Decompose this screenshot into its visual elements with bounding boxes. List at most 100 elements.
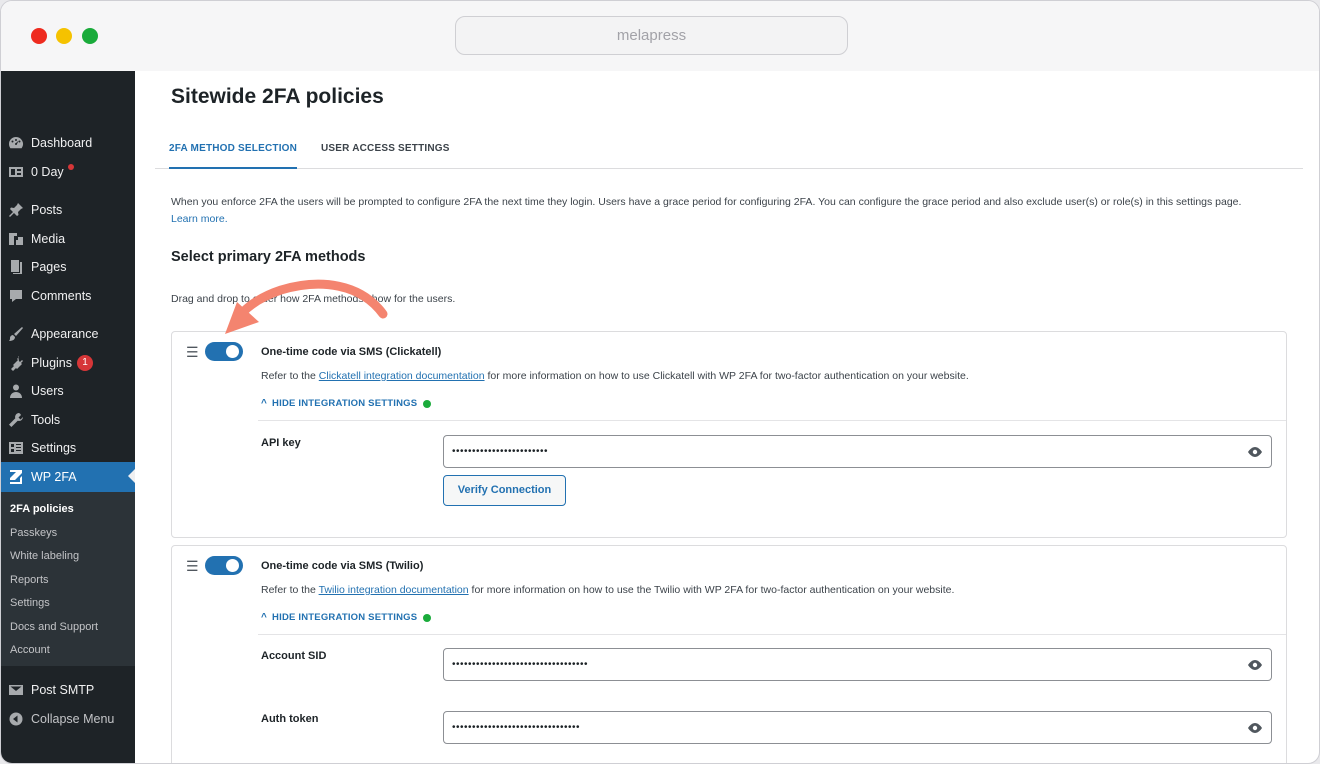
submenu-item-2fa-policies[interactable]: 2FA policies: [10, 503, 74, 515]
sidebar-item-label: Tools: [31, 413, 61, 427]
eye-icon[interactable]: [1247, 658, 1263, 672]
hide-integration-settings-link[interactable]: ^ HIDE INTEGRATION SETTINGS: [261, 398, 432, 409]
page-title: Sitewide 2FA policies: [171, 85, 384, 108]
method-card-twilio: ☰ One-time code via SMS (Twilio) Refer t…: [171, 545, 1287, 763]
dashboard-icon: [1, 135, 31, 151]
address-bar[interactable]: melapress: [455, 16, 848, 55]
sidebar-item-0-day[interactable]: 0 Day: [1, 158, 135, 186]
active-indicator: [128, 469, 135, 483]
sidebar-item-label: Comments: [31, 289, 92, 303]
sidebar-item-label: Settings: [31, 441, 77, 455]
eye-icon[interactable]: [1247, 445, 1263, 459]
settings-icon: [1, 440, 31, 456]
title-bar: melapress: [1, 1, 1319, 71]
sidebar-item-plugins[interactable]: Plugins 1: [1, 349, 135, 377]
submenu-item-passkeys[interactable]: Passkeys: [10, 527, 57, 539]
admin-sidebar: Dashboard 0 Day Posts Media Pages Commen…: [1, 71, 135, 763]
sidebar-item-label: 0 Day: [31, 165, 64, 179]
twilio-toggle[interactable]: [205, 556, 243, 575]
toggle-knob: [226, 345, 239, 358]
sidebar-item-tools[interactable]: Tools: [1, 406, 135, 434]
sidebar-item-label: Media: [31, 232, 66, 246]
section-title: Select primary 2FA methods: [171, 249, 366, 265]
status-dot-icon: [423, 613, 432, 622]
divider: [258, 634, 1286, 635]
status-dot-icon: [423, 399, 432, 408]
sidebar-item-dashboard[interactable]: Dashboard: [1, 129, 135, 157]
method-title: One-time code via SMS (Twilio): [261, 560, 424, 572]
wp2fa-icon: [1, 469, 31, 485]
sidebar-item-label: Post SMTP: [31, 683, 95, 697]
desc-prefix: Refer to the: [261, 370, 319, 382]
chevron-up-icon: ^: [261, 398, 268, 409]
learn-more-link[interactable]: Learn more.: [171, 213, 228, 225]
submenu-item-docs-support[interactable]: Docs and Support: [10, 621, 98, 633]
main-content: Sitewide 2FA policies 2FA METHOD SELECTI…: [155, 71, 1303, 763]
plugin-icon: [1, 355, 31, 371]
submenu-item-white-labeling[interactable]: White labeling: [10, 550, 79, 562]
sidebar-item-label: Pages: [31, 260, 67, 274]
method-title: One-time code via SMS (Clickatell): [261, 346, 442, 358]
sidebar-item-settings[interactable]: Settings: [1, 434, 135, 462]
tab-user-access-settings[interactable]: USER ACCESS SETTINGS: [321, 143, 450, 154]
media-icon: [1, 231, 31, 247]
desc-suffix: for more information on how to use Click…: [484, 370, 969, 382]
clickatell-docs-link[interactable]: Clickatell integration documentation: [319, 370, 485, 382]
drag-handle-icon[interactable]: ☰: [186, 558, 199, 575]
method-description: Refer to the Clickatell integration docu…: [261, 370, 969, 382]
hide-label: HIDE INTEGRATION SETTINGS: [272, 612, 418, 623]
sidebar-item-appearance[interactable]: Appearance: [1, 320, 135, 348]
method-description: Refer to the Twilio integration document…: [261, 584, 954, 596]
comments-icon: [1, 288, 31, 304]
wrench-icon: [1, 412, 31, 428]
sidebar-item-label: Posts: [31, 203, 63, 217]
plugin-update-badge: 1: [77, 355, 93, 371]
annotation-arrow-icon: [225, 279, 388, 334]
auth-token-input[interactable]: ••••••••••••••••••••••••••••••••: [443, 711, 1272, 744]
eye-icon[interactable]: [1247, 721, 1263, 735]
api-key-value: ••••••••••••••••••••••••: [452, 446, 549, 457]
sidebar-item-media[interactable]: Media: [1, 225, 135, 253]
close-window-button[interactable]: [31, 28, 47, 44]
submenu-item-account[interactable]: Account: [10, 644, 50, 656]
intro-text: When you enforce 2FA the users will be p…: [171, 194, 1291, 228]
hide-integration-settings-link[interactable]: ^ HIDE INTEGRATION SETTINGS: [261, 612, 432, 623]
sidebar-item-collapse-menu[interactable]: Collapse Menu: [1, 705, 135, 733]
pages-icon: [1, 259, 31, 275]
submenu-item-settings[interactable]: Settings: [10, 597, 50, 609]
sidebar-item-post-smtp[interactable]: Post SMTP: [1, 676, 135, 704]
verify-connection-button[interactable]: Verify Connection: [443, 475, 566, 506]
account-sid-input[interactable]: ••••••••••••••••••••••••••••••••••: [443, 648, 1272, 681]
submenu-item-reports[interactable]: Reports: [10, 574, 49, 586]
brush-icon: [1, 326, 31, 342]
maximize-window-button[interactable]: [82, 28, 98, 44]
desc-prefix: Refer to the: [261, 584, 319, 596]
sidebar-item-posts[interactable]: Posts: [1, 196, 135, 224]
sidebar-item-label: WP 2FA: [31, 470, 77, 484]
intro-paragraph: When you enforce 2FA the users will be p…: [171, 196, 1242, 208]
collapse-icon: [1, 711, 31, 727]
notification-dot: [67, 164, 74, 170]
browser-window: melapress Dashboard 0 Day Posts Media Pa…: [0, 0, 1320, 764]
sidebar-item-wp-2fa[interactable]: WP 2FA: [1, 462, 135, 492]
twilio-docs-link[interactable]: Twilio integration documentation: [319, 584, 469, 596]
method-card-clickatell: ☰ One-time code via SMS (Clickatell) Ref…: [171, 331, 1287, 538]
tab-2fa-method-selection[interactable]: 2FA METHOD SELECTION: [169, 143, 298, 169]
sidebar-item-users[interactable]: Users: [1, 377, 135, 405]
toggle-knob: [226, 559, 239, 572]
sidebar-item-label: Plugins: [31, 356, 72, 370]
day-icon: [1, 164, 31, 180]
settings-tabs: 2FA METHOD SELECTION USER ACCESS SETTING…: [155, 131, 1303, 169]
api-key-input[interactable]: ••••••••••••••••••••••••: [443, 435, 1272, 468]
account-sid-value: ••••••••••••••••••••••••••••••••••: [452, 659, 589, 670]
sidebar-item-comments[interactable]: Comments: [1, 282, 135, 310]
user-icon: [1, 383, 31, 399]
field-label-account-sid: Account SID: [261, 650, 327, 662]
minimize-window-button[interactable]: [56, 28, 72, 44]
chevron-up-icon: ^: [261, 612, 268, 623]
sidebar-item-pages[interactable]: Pages: [1, 253, 135, 281]
field-label-auth-token: Auth token: [261, 713, 319, 725]
mail-icon: [1, 682, 31, 698]
sidebar-item-label: Collapse Menu: [31, 712, 115, 726]
drag-handle-icon[interactable]: ☰: [186, 344, 199, 361]
